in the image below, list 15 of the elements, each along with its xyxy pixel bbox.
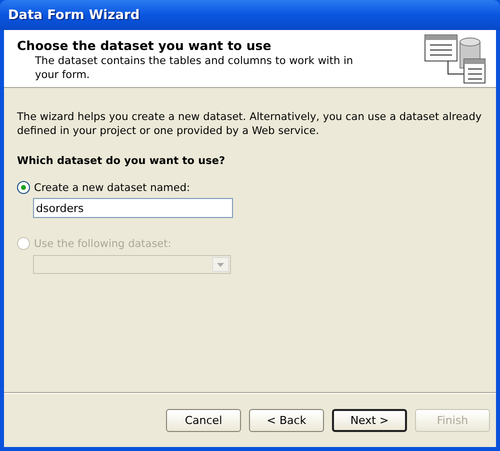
page-title: Choose the dataset you want to use [17, 38, 272, 53]
page-subtitle: The dataset contains the tables and columns to work with in your form. [34, 54, 354, 82]
wizard-button[interactable]: Next > [332, 408, 407, 432]
wizard-button[interactable]: < Back [249, 408, 324, 432]
caret-icon [217, 262, 224, 266]
option-label[interactable]: Create a new dataset named: [34, 182, 190, 194]
question-label: Which dataset do you want to use? [17, 155, 226, 167]
radio-button[interactable] [17, 181, 30, 194]
dataset-name-field[interactable]: dsorders [33, 198, 233, 218]
option-label: Use the following dataset: [34, 238, 172, 250]
intro-text: The wizard helps you create a new dataset. Alternatively, you can use a dataset already defined in your project or one provided by a Web service. [17, 110, 483, 138]
wizard-button: Finish [415, 408, 490, 432]
tables-database-icon [424, 34, 486, 84]
window-title: Data Form Wizard [8, 8, 140, 22]
wizard-button[interactable]: Cancel [166, 408, 241, 432]
